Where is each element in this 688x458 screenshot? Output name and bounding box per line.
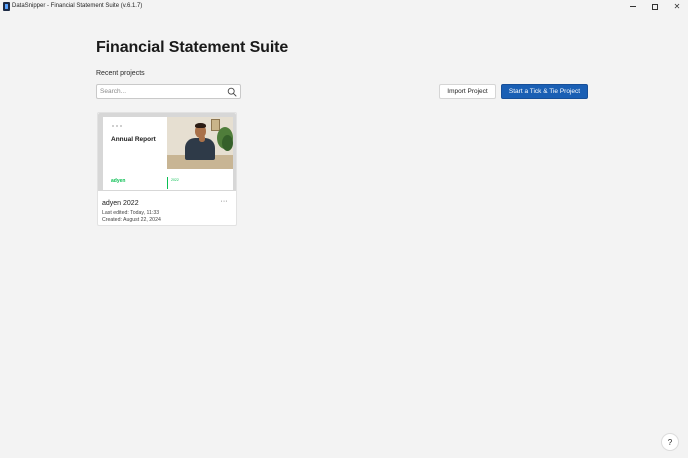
app-icon: [3, 2, 10, 11]
maximize-button[interactable]: [644, 0, 666, 13]
project-thumbnail[interactable]: Annual Report adyen 2022: [98, 113, 236, 191]
minimize-icon: [630, 6, 636, 7]
cover-divider: [167, 177, 168, 189]
adyen-logo: adyen: [111, 178, 126, 184]
minimize-button[interactable]: [622, 0, 644, 13]
import-project-button[interactable]: Import Project: [439, 84, 496, 99]
project-created: Created: August 22, 2024: [102, 217, 161, 223]
maximize-icon: [652, 3, 658, 10]
search-box[interactable]: [96, 84, 241, 99]
app-window: DataSnipper - Financial Statement Suite …: [0, 0, 688, 458]
annual-report-cover: Annual Report adyen 2022: [103, 117, 233, 190]
search-input[interactable]: [100, 86, 225, 97]
start-tick-tie-project-button[interactable]: Start a Tick & Tie Project: [501, 84, 588, 99]
cover-title: Annual Report: [111, 136, 156, 143]
more-icon[interactable]: ···: [219, 198, 229, 207]
help-icon[interactable]: ?: [661, 433, 679, 451]
close-button[interactable]: ✕: [666, 0, 688, 13]
cover-year: 2022: [171, 178, 179, 182]
search-icon[interactable]: [227, 87, 237, 97]
person-hair: [195, 123, 206, 128]
cover-dots: [112, 125, 124, 127]
close-icon: ✕: [673, 1, 681, 11]
recent-projects-label: Recent projects: [96, 70, 145, 77]
page-title: Financial Statement Suite: [96, 39, 289, 56]
project-name[interactable]: adyen 2022: [102, 200, 139, 207]
project-card[interactable]: Annual Report adyen 2022 adyen 2022 ··· …: [97, 112, 237, 226]
plant-leaves-dark: [222, 135, 233, 151]
project-last-edited: Last edited: Today, 11:33: [102, 210, 160, 216]
window-title: DataSnipper - Financial Statement Suite …: [12, 3, 143, 9]
title-bar: DataSnipper - Financial Statement Suite …: [0, 0, 688, 13]
cover-photo: [167, 117, 233, 169]
person-hand: [199, 135, 205, 142]
